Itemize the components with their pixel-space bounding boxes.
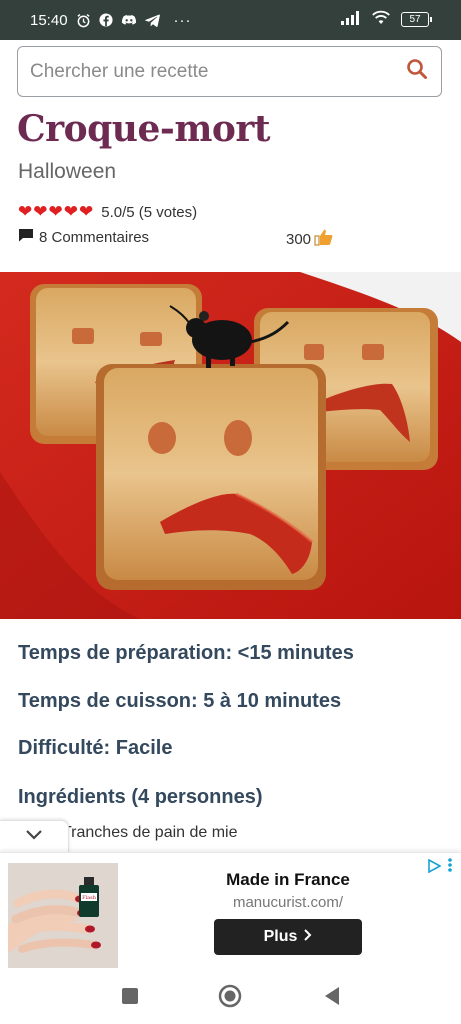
- signal-icon: [341, 10, 361, 29]
- prep-time: Temps de préparation: <15 minutes: [18, 642, 354, 664]
- bottle-label: Flash: [82, 895, 97, 901]
- like-button[interactable]: 300: [286, 228, 334, 250]
- comments-link[interactable]: 8 Commentaires: [18, 228, 149, 246]
- rating-row[interactable]: ❤ ❤ ❤ ❤ ❤ 5.0/5 (5 votes): [18, 203, 197, 221]
- recent-apps-icon[interactable]: [118, 984, 142, 1008]
- search-input[interactable]: [18, 59, 393, 84]
- ad-plus-label: Plus: [263, 928, 298, 945]
- status-bar: 15:40 ··· 57: [0, 0, 461, 40]
- wifi-icon: [371, 10, 391, 29]
- search-button[interactable]: [393, 48, 441, 96]
- ad-image[interactable]: Flash: [8, 863, 118, 968]
- ad-title[interactable]: Made in France: [170, 870, 406, 890]
- comment-icon: [18, 228, 34, 246]
- heart-icon[interactable]: ❤: [79, 203, 93, 221]
- recipe-category[interactable]: Halloween: [18, 160, 116, 184]
- rating-hearts[interactable]: ❤ ❤ ❤ ❤ ❤: [18, 203, 93, 221]
- recipe-title: Croque-mort: [17, 108, 271, 150]
- alarm-icon: [76, 13, 91, 28]
- back-icon[interactable]: [320, 984, 344, 1008]
- telegram-icon: [144, 14, 160, 27]
- facebook-icon: [98, 13, 113, 27]
- heart-icon[interactable]: ❤: [33, 203, 47, 221]
- more-icon: ···: [173, 11, 192, 29]
- collapse-ad-button[interactable]: [0, 820, 69, 853]
- chevron-right-icon: [303, 928, 312, 947]
- chevron-down-icon: [25, 828, 43, 846]
- adchoices-icon[interactable]: [427, 858, 442, 876]
- search-icon: [406, 58, 428, 85]
- ad-banner[interactable]: Flash Made in France manucurist.com/ Plu…: [0, 852, 461, 971]
- system-nav-bar: [0, 970, 461, 1024]
- recipe-photo: [0, 272, 461, 619]
- thumbs-up-icon: [314, 228, 334, 250]
- search-box[interactable]: [17, 46, 442, 97]
- rating-text: 5.0/5 (5 votes): [101, 203, 198, 221]
- ad-plus-button[interactable]: Plus: [214, 919, 362, 955]
- heart-icon[interactable]: ❤: [18, 203, 32, 221]
- likes-count: 300: [286, 230, 312, 248]
- heart-icon[interactable]: ❤: [64, 203, 78, 221]
- home-icon[interactable]: [218, 984, 242, 1008]
- heart-icon[interactable]: ❤: [49, 203, 63, 221]
- ingredient-item: Tranches de pain de mie: [62, 824, 238, 841]
- ingredients-heading: Ingrédients (4 personnes): [18, 786, 263, 808]
- comments-count: 8 Commentaires: [39, 228, 150, 246]
- discord-icon: [121, 14, 137, 27]
- cook-time: Temps de cuisson: 5 à 10 minutes: [18, 690, 342, 712]
- difficulty: Difficulté: Facile: [18, 737, 173, 759]
- ad-options-icon[interactable]: [447, 857, 453, 878]
- status-time: 15:40: [30, 11, 68, 29]
- battery-icon: 57: [401, 12, 432, 27]
- ad-url[interactable]: manucurist.com/: [170, 894, 406, 911]
